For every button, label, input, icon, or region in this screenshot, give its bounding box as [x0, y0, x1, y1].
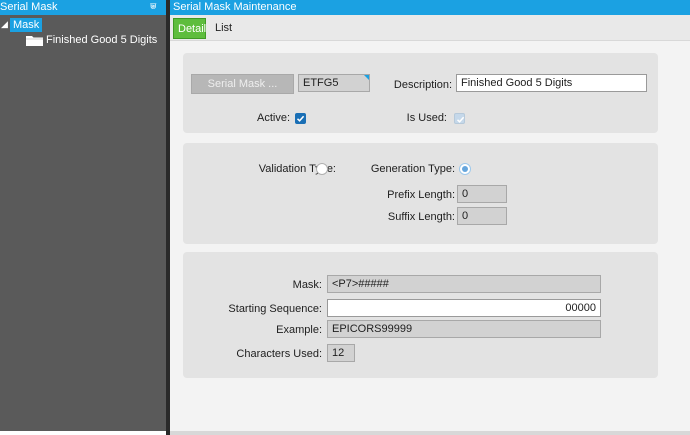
tree-panel-title: Serial Mask: [0, 1, 58, 13]
folder-icon: [26, 35, 43, 46]
maintenance-header: Serial Mask Maintenance: [170, 0, 690, 15]
mask-field[interactable]: <P7>#####: [327, 275, 601, 293]
active-label: Active:: [256, 112, 290, 124]
suffix-length-label: Suffix Length:: [387, 211, 455, 223]
tree-node-label[interactable]: Mask: [10, 18, 43, 32]
characters-used-label: Characters Used:: [236, 348, 322, 360]
tab-list[interactable]: List: [211, 18, 239, 39]
mask-group: Mask: <P7>##### Starting Sequence: 00000…: [183, 252, 658, 378]
generation-type-radio[interactable]: [459, 163, 471, 175]
tree-panel-header: Serial Mask ⩐: [0, 0, 166, 15]
characters-used-field[interactable]: 12: [327, 344, 355, 362]
example-label: Example:: [276, 324, 322, 336]
radio-dot: [462, 166, 468, 172]
serial-mask-value: ETFG5: [303, 77, 339, 89]
bottom-edge: [170, 431, 690, 435]
expand-arrow-icon[interactable]: ◢: [1, 19, 8, 30]
generation-type-label: Generation Type:: [370, 163, 455, 175]
mask-label: Mask:: [292, 279, 322, 291]
starting-sequence-label: Starting Sequence:: [228, 303, 322, 315]
dropdown-corner-icon: [364, 75, 369, 80]
tree-node-label[interactable]: Finished Good 5 Digits: [46, 33, 157, 47]
type-group: Validation Type: Generation Type: Prefix…: [183, 143, 658, 244]
is-used-label: Is Used:: [406, 112, 447, 124]
detail-content: Serial Mask ... ETFG5 Description: Finis…: [170, 41, 690, 431]
serial-mask-button[interactable]: Serial Mask ...: [191, 74, 294, 94]
pin-icon[interactable]: ⩐: [150, 1, 157, 12]
tab-strip: Detail List: [170, 15, 690, 41]
description-label: Description:: [393, 79, 452, 91]
example-field[interactable]: EPICORS99999: [327, 320, 601, 338]
serial-mask-field[interactable]: ETFG5: [298, 74, 370, 92]
active-checkbox[interactable]: [295, 113, 306, 124]
maintenance-title: Serial Mask Maintenance: [173, 1, 297, 13]
tree-panel: Serial Mask ⩐ ◢ Mask Finished Good 5 Dig…: [0, 0, 166, 431]
general-group: Serial Mask ... ETFG5 Description: Finis…: [183, 53, 658, 133]
suffix-length-field[interactable]: 0: [457, 207, 507, 225]
tab-detail[interactable]: Detail: [173, 18, 206, 39]
description-field[interactable]: Finished Good 5 Digits: [456, 74, 647, 92]
is-used-checkbox: [454, 113, 465, 124]
validation-type-radio[interactable]: [316, 163, 328, 175]
starting-sequence-field[interactable]: 00000: [327, 299, 601, 317]
prefix-length-label: Prefix Length:: [387, 189, 455, 201]
prefix-length-field[interactable]: 0: [457, 185, 507, 203]
